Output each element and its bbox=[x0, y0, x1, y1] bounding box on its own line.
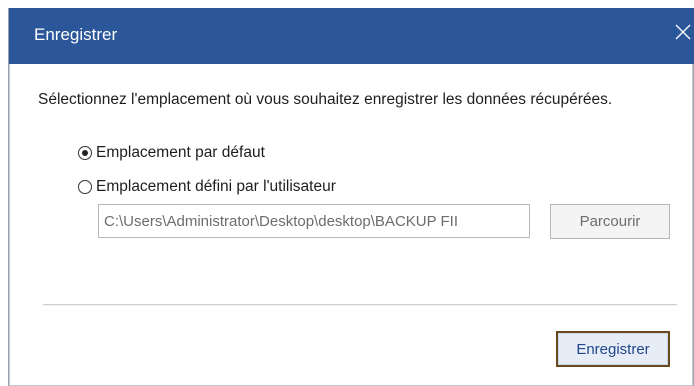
save-dialog: Enregistrer Sélectionnez l'emplacement o… bbox=[8, 8, 694, 386]
custom-location-option[interactable]: Emplacement défini par l'utilisateur bbox=[78, 176, 336, 198]
divider bbox=[43, 304, 677, 306]
window-title: Enregistrer bbox=[34, 25, 118, 44]
custom-location-radio[interactable] bbox=[78, 180, 92, 194]
title-bar: Enregistrer bbox=[9, 8, 694, 64]
close-button[interactable] bbox=[665, 16, 694, 52]
default-location-label: Emplacement par défaut bbox=[96, 144, 265, 161]
save-path-input[interactable] bbox=[98, 204, 530, 238]
save-button[interactable]: Enregistrer bbox=[556, 331, 670, 367]
browse-button[interactable]: Parcourir bbox=[550, 204, 670, 239]
custom-location-label: Emplacement défini par l'utilisateur bbox=[96, 178, 336, 195]
close-icon bbox=[675, 24, 691, 40]
default-location-option[interactable]: Emplacement par défaut bbox=[78, 142, 265, 164]
default-location-radio[interactable] bbox=[78, 146, 92, 160]
instruction-text: Sélectionnez l'emplacement où vous souha… bbox=[38, 91, 613, 108]
dialog-body: Sélectionnez l'emplacement où vous souha… bbox=[9, 64, 693, 386]
